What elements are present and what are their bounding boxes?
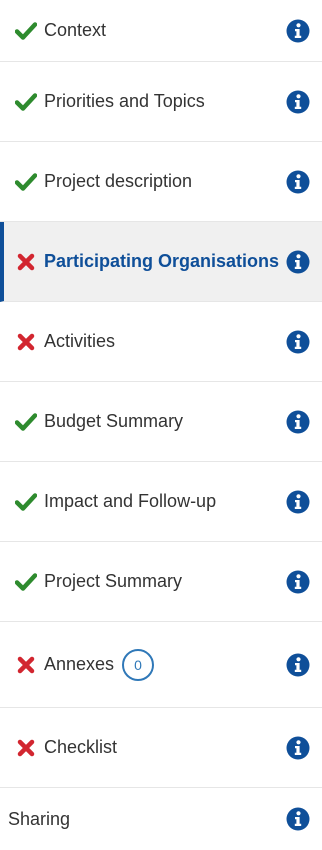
nav-item-context[interactable]: Context	[0, 0, 322, 62]
info-icon[interactable]	[286, 570, 310, 594]
annexes-count-badge: 0	[122, 648, 155, 681]
check-icon	[15, 492, 37, 511]
nav-item-label: Checklist	[44, 737, 118, 757]
info-icon[interactable]	[286, 653, 310, 677]
nav-item-label: Project Summary	[44, 571, 183, 591]
nav-item-priorities-and-topics[interactable]: Priorities and Topics	[0, 62, 322, 142]
nav-item-label: Activities	[44, 331, 116, 351]
nav-item-label: Context	[44, 20, 107, 40]
check-icon	[15, 172, 37, 191]
nav-item-activities[interactable]: Activities	[0, 302, 322, 382]
info-icon[interactable]	[286, 170, 310, 194]
nav-item-participating-organisations[interactable]: Participating Organisations	[0, 222, 322, 302]
info-icon[interactable]	[286, 19, 310, 43]
check-icon	[15, 21, 37, 40]
nav-item-label: Project description	[44, 171, 193, 191]
nav-item-budget-summary[interactable]: Budget Summary	[0, 382, 322, 462]
check-icon	[15, 572, 37, 591]
cross-icon	[15, 333, 37, 351]
nav-item-impact-and-follow-up[interactable]: Impact and Follow-up	[0, 462, 322, 542]
info-icon[interactable]	[286, 250, 310, 274]
nav-item-label: Budget Summary	[44, 411, 184, 431]
nav-item-label: Impact and Follow-up	[44, 491, 217, 511]
nav-item-label: Priorities and Topics	[44, 91, 205, 111]
nav-item-checklist[interactable]: Checklist	[0, 708, 322, 788]
nav-item-project-description[interactable]: Project description	[0, 142, 322, 222]
nav-item-sharing[interactable]: Sharing	[0, 788, 322, 850]
check-icon	[15, 412, 37, 431]
info-icon[interactable]	[286, 410, 310, 434]
info-icon[interactable]	[286, 807, 310, 831]
nav-item-label: Participating Organisations	[44, 251, 280, 271]
check-icon	[15, 92, 37, 111]
info-icon[interactable]	[286, 736, 310, 760]
nav-item-project-summary[interactable]: Project Summary	[0, 542, 322, 622]
info-icon[interactable]	[286, 490, 310, 514]
nav-item-label: Annexes	[44, 654, 115, 674]
section-navigation: Context Priorities and Topics Project de…	[0, 0, 322, 850]
info-icon[interactable]	[286, 330, 310, 354]
nav-item-label: Sharing	[8, 808, 71, 829]
cross-icon	[15, 656, 37, 674]
cross-icon	[15, 253, 37, 271]
nav-item-annexes[interactable]: Annexes 0	[0, 622, 322, 708]
cross-icon	[15, 739, 37, 757]
info-icon[interactable]	[286, 90, 310, 114]
